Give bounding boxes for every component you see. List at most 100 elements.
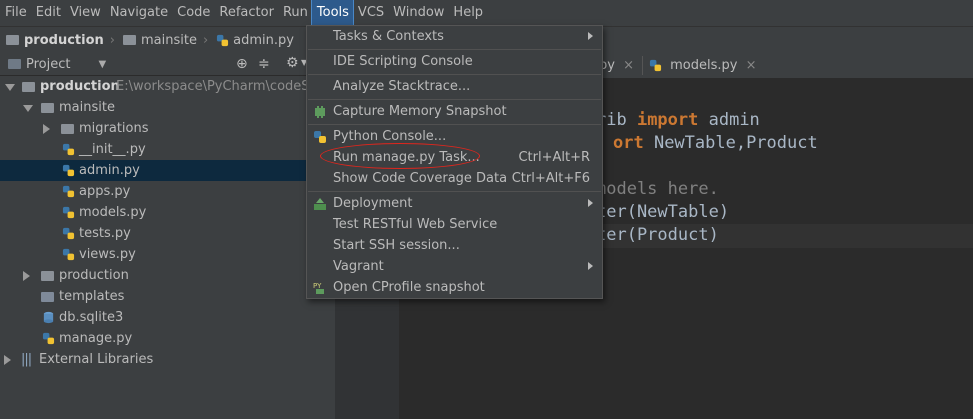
python-file-icon	[217, 34, 229, 46]
breadcrumb-folder[interactable]: mainsite	[117, 33, 201, 48]
code-text: ter(Product)	[596, 225, 719, 245]
submenu-arrow-icon	[588, 32, 593, 40]
menu-item-rest[interactable]: Test RESTful Web Service	[307, 214, 602, 235]
menu-item-coverage[interactable]: Show Code Coverage Data Ctrl+Alt+F6	[307, 168, 602, 189]
code-text: ter(NewTable)	[596, 202, 730, 222]
highlight-annotation	[320, 143, 480, 169]
menu-window[interactable]: Window	[388, 0, 448, 26]
close-icon[interactable]: ×	[623, 58, 634, 73]
menu-item-tasks[interactable]: Tasks & Contexts	[307, 26, 602, 47]
collapse-arrow-icon	[43, 124, 50, 134]
library-icon: |||	[21, 352, 32, 367]
tree-item-label: apps.py	[79, 184, 131, 199]
code-comment: models here.	[596, 179, 719, 199]
tab-divider	[642, 56, 643, 75]
menu-view[interactable]: View	[65, 0, 105, 26]
tree-item-label: migrations	[79, 121, 149, 136]
python-file-icon	[62, 143, 75, 156]
python-file-icon	[649, 59, 662, 72]
menu-item-ssh[interactable]: Start SSH session...	[307, 235, 602, 256]
tree-item-manage[interactable]: manage.py	[0, 328, 335, 349]
python-file-icon	[62, 206, 75, 219]
tree-item-mainsite[interactable]: mainsite	[0, 97, 335, 118]
python-console-icon	[314, 131, 326, 143]
tree-item-init[interactable]: __init__.py	[0, 139, 335, 160]
tree-item-tests[interactable]: tests.py	[0, 223, 335, 244]
tree-item-views[interactable]: views.py	[0, 244, 335, 265]
menu-edit[interactable]: Edit	[31, 0, 65, 26]
menu-vcs[interactable]: VCS	[353, 0, 388, 26]
menu-item-label: Test RESTful Web Service	[333, 217, 498, 232]
tab-label: models.py	[670, 58, 738, 73]
folder-icon	[22, 82, 35, 92]
project-view-selector[interactable]: Project ▼	[0, 57, 106, 72]
tree-item-label: production	[59, 268, 129, 283]
svg-text:PY: PY	[313, 282, 322, 290]
menu-item-deployment[interactable]: Deployment	[307, 193, 602, 214]
menu-file[interactable]: File	[0, 0, 31, 26]
menu-separator	[308, 49, 601, 50]
menu-item-ide-console[interactable]: IDE Scripting Console	[307, 51, 602, 72]
tab-admin[interactable]: py ×	[599, 53, 634, 78]
menu-separator	[308, 99, 601, 100]
folder-icon	[122, 35, 136, 45]
folder-icon	[6, 35, 19, 45]
expand-arrow-icon	[5, 84, 15, 91]
menu-refactor[interactable]: Refactor	[214, 0, 278, 26]
collapse-icon[interactable]: ≑	[258, 56, 270, 72]
folder-icon	[41, 271, 54, 281]
chevron-right-icon: ›	[109, 32, 115, 48]
project-panel-header: Project ▼ ⊕ ≑ ⚙ ▼	[0, 53, 335, 76]
menu-item-label: Capture Memory Snapshot	[333, 104, 507, 119]
code-line-5: ter(Product)	[596, 225, 719, 245]
tree-item-label: models.py	[79, 205, 147, 220]
breadcrumb-folder-label: mainsite	[140, 32, 197, 48]
code-keyword: ort	[613, 133, 644, 153]
gear-icon[interactable]: ⚙	[286, 55, 299, 71]
python-file-icon	[62, 248, 75, 261]
tree-item-migrations[interactable]: migrations	[0, 118, 335, 139]
menu-tools[interactable]: Tools	[310, 0, 354, 27]
tree-item-models[interactable]: models.py	[0, 202, 335, 223]
tree-item-templates[interactable]: templates	[0, 286, 335, 307]
cprofile-icon: PY	[313, 282, 324, 294]
code-text: NewTable,Product	[643, 133, 818, 153]
project-view-label: Project	[26, 56, 71, 72]
target-icon[interactable]: ⊕	[236, 56, 248, 72]
tree-item-admin[interactable]: admin.py	[0, 160, 335, 181]
breadcrumb-project[interactable]: production	[0, 33, 108, 48]
tree-item-external[interactable]: ||| External Libraries	[0, 349, 335, 370]
menu-help[interactable]: Help	[448, 0, 487, 26]
python-file-icon	[42, 332, 55, 345]
folder-icon	[41, 292, 54, 302]
tree-item-production[interactable]: production	[0, 265, 335, 286]
root-name: production	[40, 79, 120, 94]
python-file-icon	[62, 185, 75, 198]
code-line-3: models here.	[596, 179, 719, 199]
chevron-right-icon: ›	[202, 32, 209, 48]
menu-item-cprofile[interactable]: PY Open CProfile snapshot	[307, 277, 602, 298]
tree-item-label: db.sqlite3	[59, 310, 124, 325]
tree-item-root[interactable]: production E:\workspace\PyCharm\codeSpac	[0, 76, 335, 97]
submenu-arrow-icon	[588, 199, 593, 207]
menu-code[interactable]: Code	[172, 0, 214, 26]
menu-separator	[308, 191, 601, 192]
menu-item-label: Tasks & Contexts	[333, 29, 444, 44]
code-line-4: ter(NewTable)	[596, 202, 729, 222]
tree-item-db[interactable]: db.sqlite3	[0, 307, 335, 328]
tree-item-apps[interactable]: apps.py	[0, 181, 335, 202]
menu-run[interactable]: Run	[278, 0, 312, 26]
menu-navigate[interactable]: Navigate	[105, 0, 172, 26]
menu-item-memory[interactable]: Capture Memory Snapshot	[307, 101, 602, 122]
breadcrumb-file[interactable]: admin.py	[210, 33, 298, 48]
code-text: admin	[698, 110, 760, 130]
menu-item-vagrant[interactable]: Vagrant	[307, 256, 602, 277]
menu-item-stacktrace[interactable]: Analyze Stacktrace...	[307, 76, 602, 97]
tab-models[interactable]: models.py ×	[649, 53, 757, 78]
python-file-icon	[62, 227, 75, 240]
tree-item-label: mainsite	[59, 100, 115, 115]
menu-item-label: Deployment	[333, 196, 413, 211]
deployment-icon	[314, 198, 326, 210]
close-icon[interactable]: ×	[746, 58, 757, 73]
menu-item-python-console[interactable]: Python Console...	[307, 126, 602, 147]
